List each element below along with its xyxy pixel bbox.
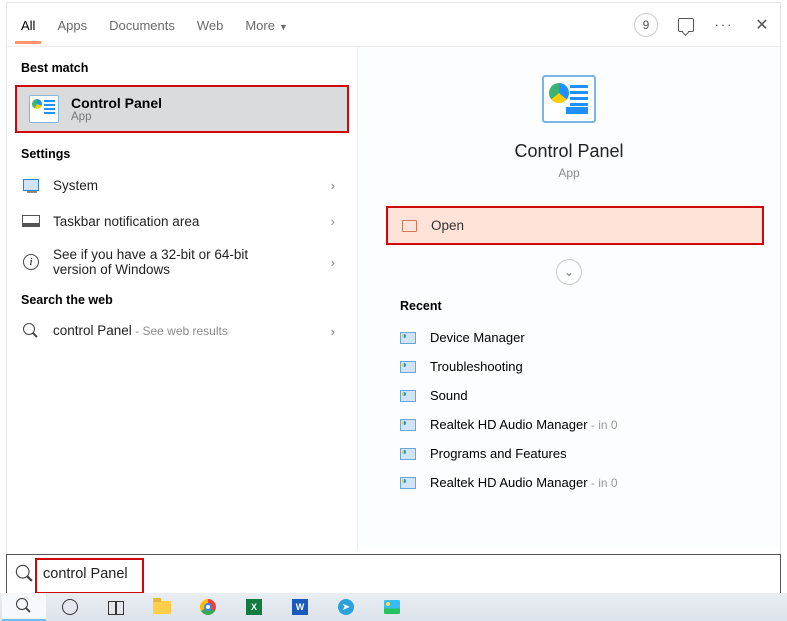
tab-documents[interactable]: Documents (107, 6, 177, 43)
recent-label: Programs and Features (430, 446, 567, 461)
taskbar-chrome-button[interactable] (186, 593, 230, 621)
preview-pane: Control Panel App Open ⌄ Recent Device M… (357, 47, 780, 549)
header-actions: 9 ··· ✕ (634, 13, 772, 37)
best-match-result[interactable]: Control Panel App (15, 85, 349, 133)
recent-item[interactable]: Programs and Features (368, 439, 770, 468)
cpl-item-icon (400, 477, 416, 489)
open-action[interactable]: Open (386, 206, 764, 245)
settings-item-bitness[interactable]: i See if you have a 32-bit or 64-bit ver… (7, 239, 357, 285)
recent-item[interactable]: Realtek HD Audio Manager - in 0 (368, 468, 770, 497)
web-result-item[interactable]: control Panel - See web results › (7, 313, 357, 349)
taskbar-cortana-button[interactable] (48, 593, 92, 621)
open-label: Open (431, 218, 464, 233)
best-match-title: Control Panel (71, 95, 162, 111)
results-left-column: Best match Control Panel App Settings Sy… (7, 47, 357, 549)
control-panel-icon (29, 95, 59, 123)
web-result-label: control Panel (53, 323, 132, 338)
settings-item-taskbar[interactable]: Taskbar notification area › (7, 203, 357, 239)
recent-label: Troubleshooting (430, 359, 523, 374)
tab-more[interactable]: More▼ (243, 6, 290, 43)
close-button[interactable]: ✕ (752, 15, 772, 35)
search-icon (21, 321, 41, 341)
cpl-item-icon (400, 332, 416, 344)
search-window: All Apps Documents Web More▼ 9 ··· ✕ Bes… (6, 2, 781, 616)
taskbar: X W ➤ (0, 593, 787, 621)
telegram-icon: ➤ (338, 599, 354, 615)
recent-item[interactable]: Device Manager (368, 323, 770, 352)
feedback-button[interactable] (676, 15, 696, 35)
open-icon (402, 220, 417, 232)
taskbar-search-button[interactable] (2, 593, 46, 621)
recent-label: Realtek HD Audio Manager (430, 475, 588, 490)
taskbar-photos-button[interactable] (370, 593, 414, 621)
settings-item-label: Taskbar notification area (53, 214, 199, 229)
excel-icon: X (246, 599, 262, 615)
cpl-item-icon (400, 361, 416, 373)
word-icon: W (292, 599, 308, 615)
settings-item-label: System (53, 178, 98, 193)
preview-subtitle: App (558, 166, 579, 180)
recent-item[interactable]: Realtek HD Audio Manager - in 0 (368, 410, 770, 439)
photos-icon (384, 600, 400, 614)
cpl-item-icon (400, 390, 416, 402)
more-options-button[interactable]: ··· (714, 15, 734, 35)
chevron-down-icon: ▼ (279, 22, 288, 32)
chevron-right-icon: › (331, 255, 343, 270)
rewards-badge[interactable]: 9 (634, 13, 658, 37)
recent-sub: - in 0 (588, 418, 618, 432)
taskbar-explorer-button[interactable] (140, 593, 184, 621)
settings-item-label: See if you have a 32-bit or 64-bit versi… (53, 247, 293, 277)
recent-heading: Recent (368, 285, 770, 323)
search-bar[interactable] (6, 554, 781, 594)
recent-label: Device Manager (430, 330, 525, 345)
monitor-icon (21, 175, 41, 195)
taskbar-telegram-button[interactable]: ➤ (324, 593, 368, 621)
web-result-sub: - See web results (132, 324, 228, 338)
control-panel-large-icon (542, 75, 596, 123)
results-body: Best match Control Panel App Settings Sy… (7, 47, 780, 549)
search-input[interactable] (43, 566, 770, 582)
recent-item[interactable]: Troubleshooting (368, 352, 770, 381)
tab-web[interactable]: Web (195, 6, 226, 43)
best-match-subtitle: App (71, 111, 162, 123)
filter-tabs: All Apps Documents Web More▼ (19, 6, 634, 43)
cortana-icon (62, 599, 78, 615)
chevron-right-icon: › (331, 324, 343, 339)
search-icon (16, 598, 32, 614)
settings-item-system[interactable]: System › (7, 167, 357, 203)
best-match-heading: Best match (7, 53, 357, 81)
recent-label: Sound (430, 388, 468, 403)
recent-item[interactable]: Sound (368, 381, 770, 410)
expand-actions-button[interactable]: ⌄ (556, 259, 582, 285)
info-icon: i (21, 252, 41, 272)
tab-all[interactable]: All (19, 6, 37, 43)
task-view-icon (108, 601, 124, 613)
feedback-icon (678, 18, 694, 32)
chevron-right-icon: › (331, 178, 343, 193)
taskbar-icon (21, 211, 41, 231)
file-explorer-icon (153, 601, 171, 614)
chevron-right-icon: › (331, 214, 343, 229)
cpl-item-icon (400, 419, 416, 431)
preview-title: Control Panel (514, 141, 623, 162)
cpl-item-icon (400, 448, 416, 460)
header-bar: All Apps Documents Web More▼ 9 ··· ✕ (7, 3, 780, 47)
settings-heading: Settings (7, 139, 357, 167)
recent-sub: - in 0 (588, 476, 618, 490)
taskbar-taskview-button[interactable] (94, 593, 138, 621)
taskbar-excel-button[interactable]: X (232, 593, 276, 621)
chrome-icon (200, 599, 216, 615)
taskbar-word-button[interactable]: W (278, 593, 322, 621)
search-web-heading: Search the web (7, 285, 357, 313)
tab-apps[interactable]: Apps (55, 6, 89, 43)
search-icon (16, 565, 34, 583)
recent-label: Realtek HD Audio Manager (430, 417, 588, 432)
